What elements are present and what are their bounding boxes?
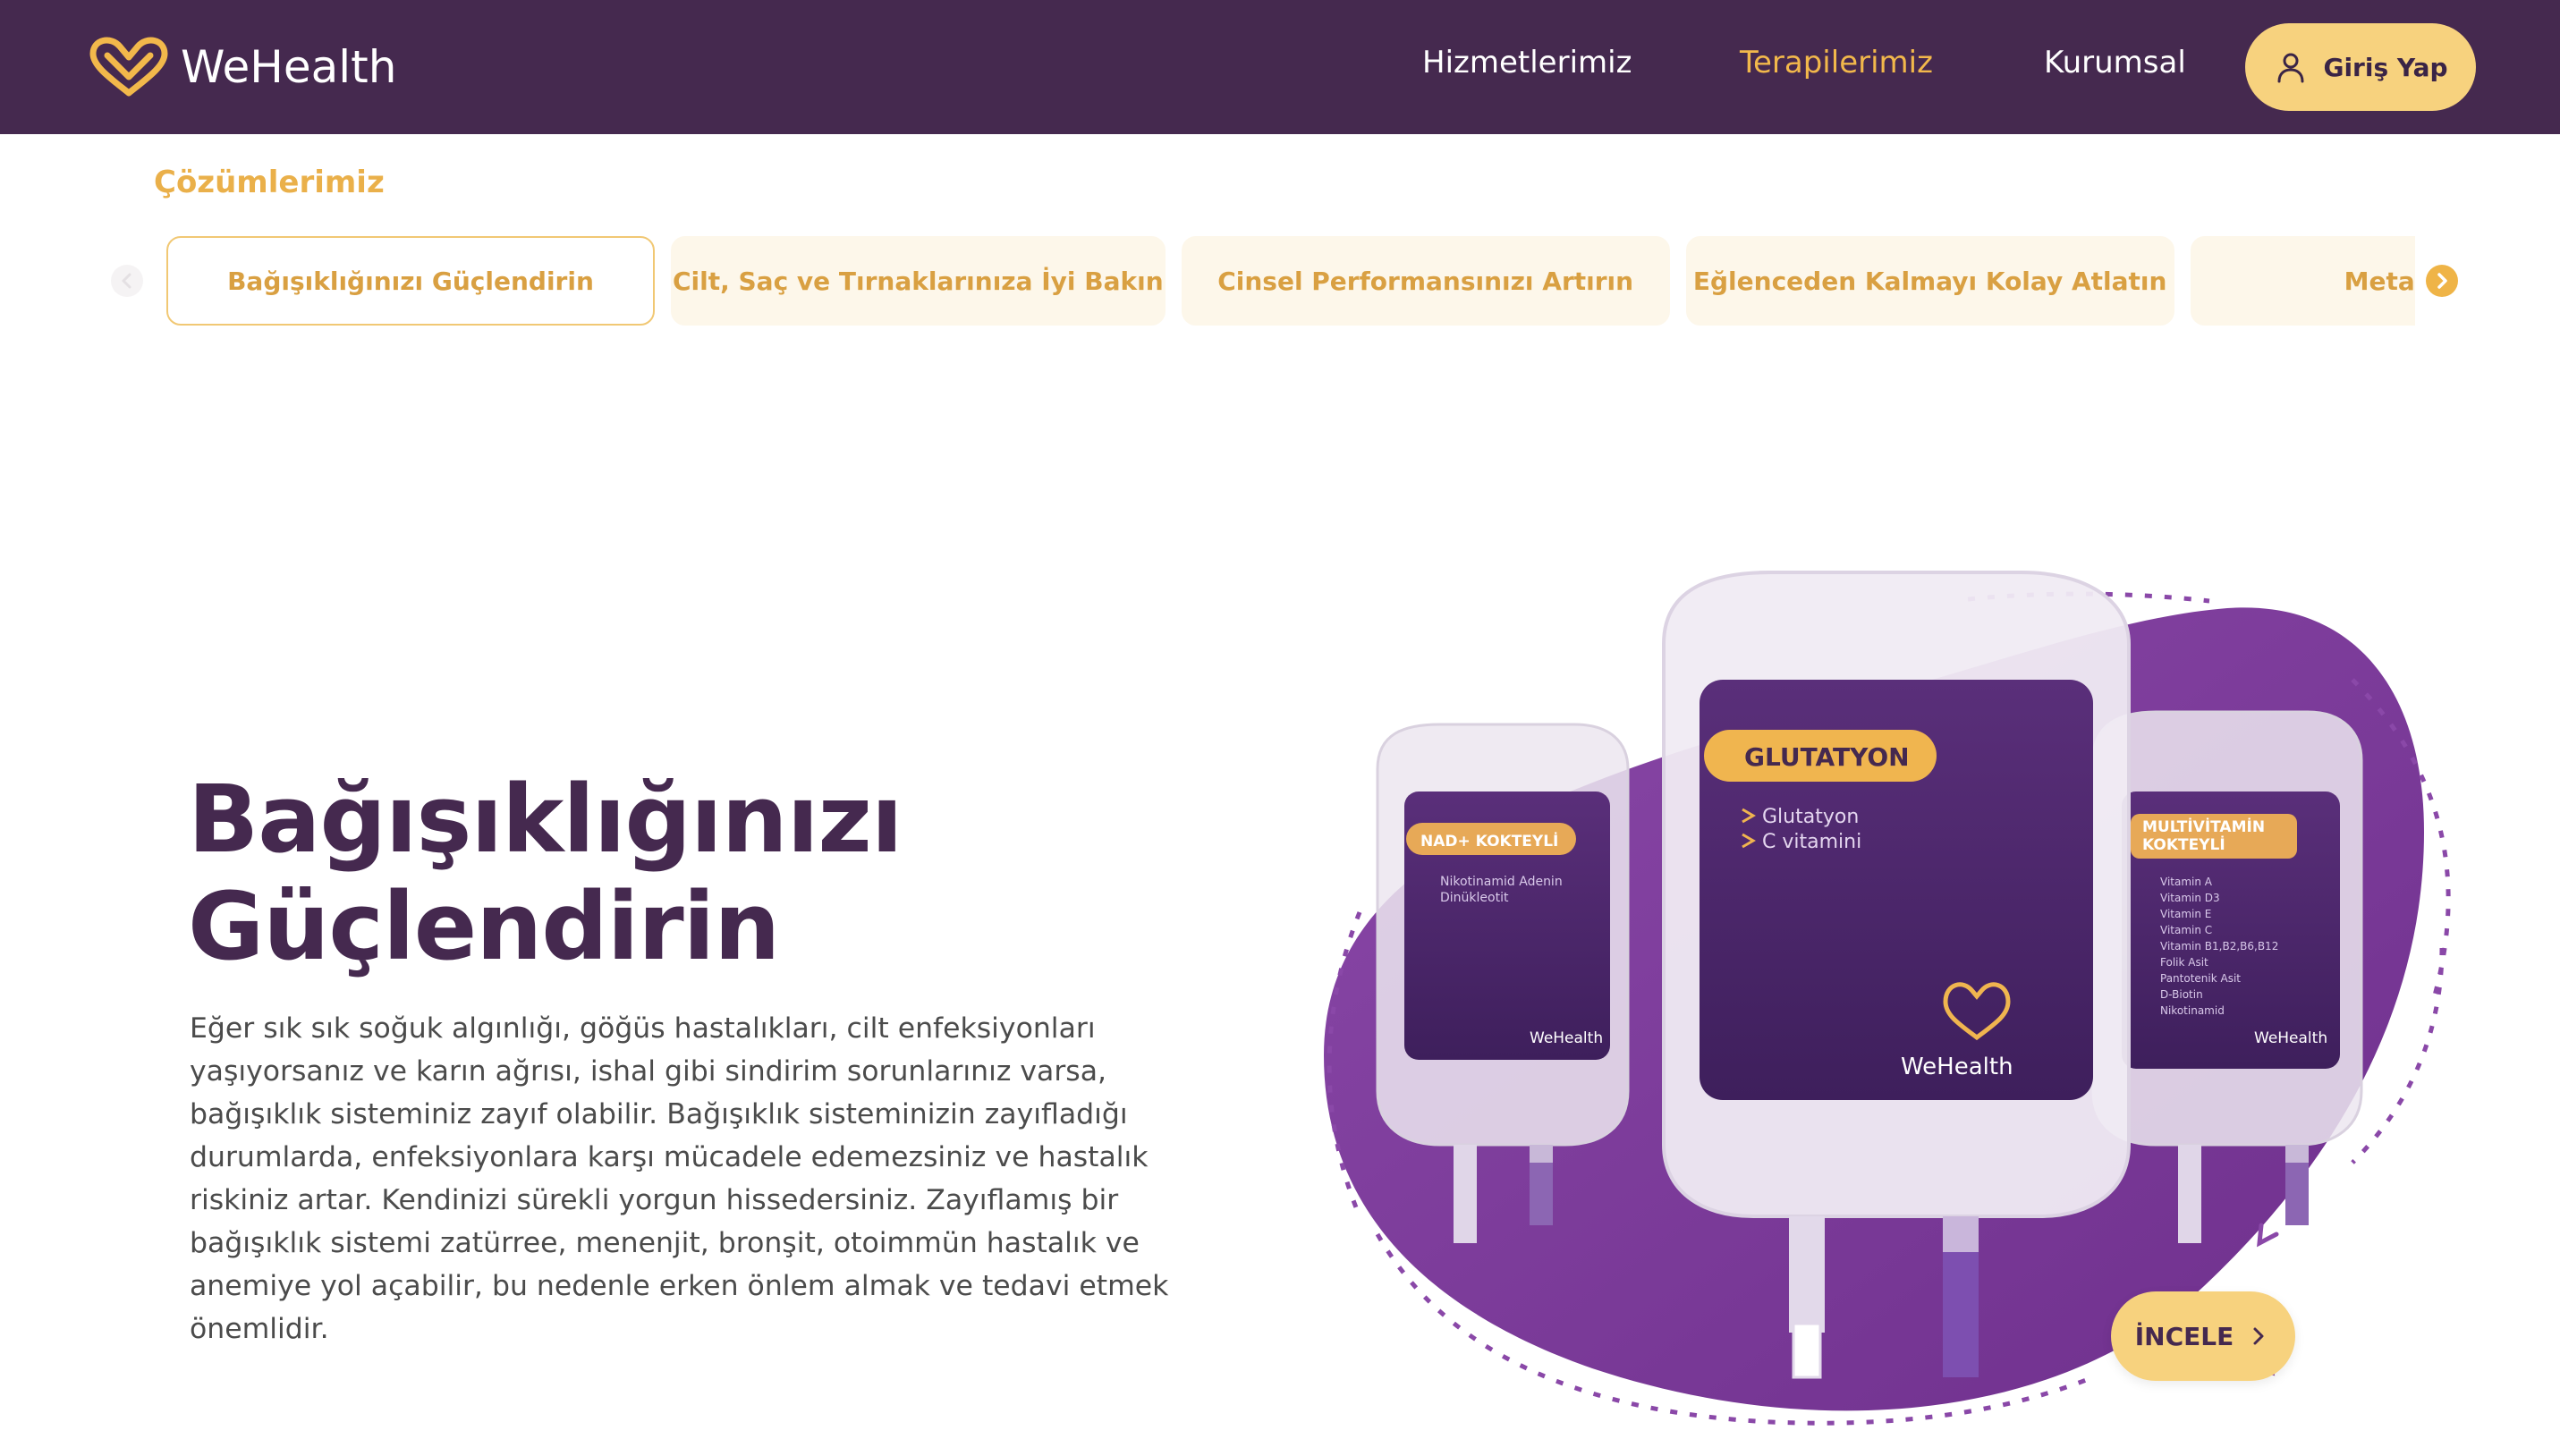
incele-button[interactable]: İNCELE xyxy=(2111,1291,2295,1381)
multivitamin-bag-title-2: KOKTEYLİ xyxy=(2142,834,2225,854)
brand-logo[interactable]: WeHealth xyxy=(88,34,396,100)
login-label: Giriş Yap xyxy=(2323,52,2448,82)
tab-eglenceden-kalma[interactable]: Eğlenceden Kalmayı Kolay Atlatın xyxy=(1685,236,2174,326)
chevron-left-icon xyxy=(122,273,131,289)
glutatyon-bag-brand: WeHealth xyxy=(1901,1054,2013,1080)
multivitamin-ingredient: Folik Asit xyxy=(2160,956,2208,969)
user-icon xyxy=(2277,53,2304,83)
top-navbar: WeHealth Hizmetlerimiz Terapilerimiz Kur… xyxy=(0,0,2560,134)
hero-description: Eğer sık sık soğuk algınlığı, göğüs hast… xyxy=(190,1012,1169,1345)
hero-title-line-2: Güçlendirin xyxy=(188,872,780,981)
incele-label: İNCELE xyxy=(2134,1321,2234,1351)
chevron-right-icon xyxy=(2253,1327,2264,1345)
multivitamin-bag-brand: WeHealth xyxy=(2254,1029,2327,1047)
multivitamin-ingredient: Vitamin C xyxy=(2160,924,2212,936)
nad-bag-ingredient-2: Dinükleotit xyxy=(1440,891,1509,905)
multivitamin-ingredient: Pantotenik Asit xyxy=(2160,972,2241,985)
hero-title: Bağışıklığınızı Güçlendirin xyxy=(188,766,1172,980)
tab-cilt-sac[interactable]: Cilt, Saç ve Tırnaklarınıza İyi Bakın xyxy=(671,236,1166,326)
multivitamin-ingredient: Vitamin D3 xyxy=(2160,892,2220,904)
glutatyon-bag-title: GLUTATYON xyxy=(1744,742,1910,772)
multivitamin-ingredient: D-Biotin xyxy=(2160,988,2203,1001)
glutatyon-ingredient-1: Glutatyon xyxy=(1762,806,1859,828)
solutions-carousel: Bağışıklığınızı Güçlendirin Cilt, Saç ve… xyxy=(166,236,2415,329)
multivitamin-ingredient: Vitamin E xyxy=(2160,908,2211,920)
login-button[interactable]: Giriş Yap xyxy=(2245,23,2476,111)
glutatyon-ingredient-2: C vitamini xyxy=(1762,831,1861,853)
nad-bag-brand: WeHealth xyxy=(1530,1029,1603,1047)
nav-terapilerimiz[interactable]: Terapilerimiz xyxy=(1740,45,1933,80)
multivitamin-ingredient: Nikotinamid xyxy=(2160,1004,2225,1017)
tab-bagisiklik[interactable]: Bağışıklığınızı Güçlendirin xyxy=(166,236,655,326)
multivitamin-ingredient: Vitamin A xyxy=(2160,876,2213,888)
tab-metabolizma[interactable]: Metabolizma xyxy=(2190,236,2415,326)
nad-bag-ingredient-1: Nikotinamid Adenin xyxy=(1440,875,1563,889)
chevron-right-icon xyxy=(2437,273,2447,289)
nav-kurumsal[interactable]: Kurumsal xyxy=(2044,45,2186,80)
tab-cinsel-performans[interactable]: Cinsel Performansınızı Artırın xyxy=(1181,236,1670,326)
heart-logo-icon xyxy=(89,37,168,97)
carousel-prev-button[interactable] xyxy=(111,265,143,297)
nad-bag-title: NAD+ KOKTEYLİ xyxy=(1420,831,1558,851)
multivitamin-bag-title-1: MULTİVİTAMİN xyxy=(2142,817,2265,836)
brand-name: WeHealth xyxy=(181,41,397,93)
solutions-heading: Çözümlerimiz xyxy=(154,165,385,200)
nav-hizmetlerimiz[interactable]: Hizmetlerimiz xyxy=(1422,45,1632,80)
hero-title-line-1: Bağışıklığınızı xyxy=(188,765,903,874)
multivitamin-ingredient: Vitamin B1,B2,B6,B12 xyxy=(2160,940,2278,952)
carousel-next-button[interactable] xyxy=(2426,265,2458,297)
